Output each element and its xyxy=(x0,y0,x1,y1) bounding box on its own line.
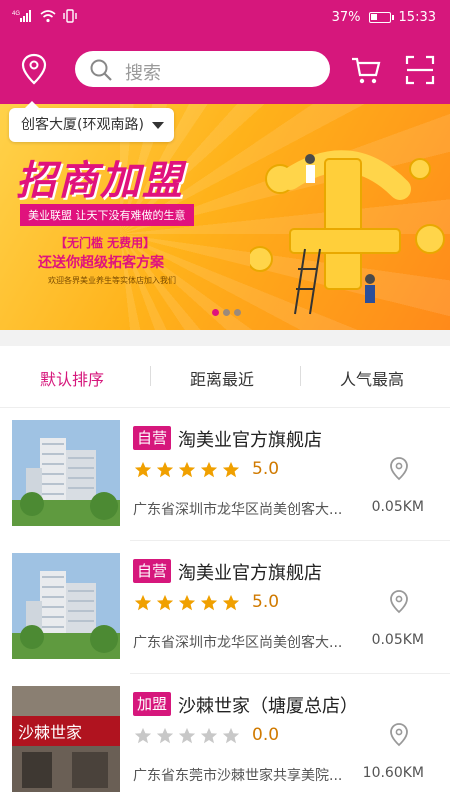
caret-down-icon xyxy=(151,122,164,129)
store-thumbnail xyxy=(12,553,120,659)
status-icons: 4G xyxy=(12,9,78,27)
banner-tagline: 美业联盟 让天下没有难做的生意 xyxy=(20,204,194,226)
current-location-selector[interactable]: 创客大厦(环观南路) xyxy=(9,101,174,142)
battery-percent: 37% xyxy=(331,10,361,25)
star-icon xyxy=(222,594,240,611)
banner-subtitle-1: 【无门槛 无费用】 xyxy=(55,236,156,250)
star-rating xyxy=(134,461,240,479)
store-name: 沙棘世家（塘厦总店） xyxy=(178,696,358,717)
map-pin-icon[interactable] xyxy=(388,456,410,482)
battery-fill xyxy=(370,14,377,20)
star-icon xyxy=(200,727,218,744)
wifi-icon xyxy=(40,9,56,27)
store-list-item[interactable]: 自营 淘美业官方旗舰店 5.0 广东省深圳市龙华区尚美创客大... 0.05KM xyxy=(0,408,450,541)
star-icon xyxy=(222,461,240,478)
map-pin-icon[interactable] xyxy=(388,722,410,748)
pagination-dot[interactable] xyxy=(234,309,241,316)
store-address: 广东省东莞市沙棘世家共享美院... xyxy=(133,768,343,784)
pagination-dot[interactable] xyxy=(212,309,219,316)
store-name: 淘美业官方旗舰店 xyxy=(178,430,322,451)
store-distance: 0.05KM xyxy=(371,499,424,515)
banner-pagination xyxy=(212,309,241,316)
store-distance: 0.05KM xyxy=(371,632,424,648)
search-placeholder: 搜索 xyxy=(125,63,161,84)
store-name: 淘美业官方旗舰店 xyxy=(178,563,322,584)
status-bar: 4G 37% 15:33 xyxy=(0,0,450,36)
star-icon xyxy=(134,594,152,611)
star-icon xyxy=(200,461,218,478)
store-type-badge: 自营 xyxy=(133,559,172,583)
star-icon xyxy=(156,594,174,611)
star-icon xyxy=(156,461,174,478)
tab-nearest[interactable]: 距离最近 xyxy=(190,366,254,390)
star-icon xyxy=(222,727,240,744)
battery-icon xyxy=(368,12,394,23)
tab-default-sort[interactable]: 默认排序 xyxy=(40,366,104,390)
rating-value: 5.0 xyxy=(252,592,280,612)
cart-button[interactable] xyxy=(350,54,382,86)
store-distance: 10.60KM xyxy=(362,765,424,781)
scan-icon xyxy=(405,55,435,85)
banner-title: 招商加盟 xyxy=(16,158,184,204)
store-type-badge: 加盟 xyxy=(133,692,172,716)
star-icon xyxy=(156,727,174,744)
vibrate-icon xyxy=(62,9,78,27)
network-type-label: 4G xyxy=(12,11,20,17)
store-type-badge: 自营 xyxy=(133,426,172,450)
sign-text: 沙棘世家 xyxy=(18,723,82,742)
star-icon xyxy=(178,594,196,611)
store-thumbnail: 沙棘世家 xyxy=(12,686,120,792)
star-icon xyxy=(200,594,218,611)
star-rating xyxy=(134,594,240,612)
banner-subtitle-3: 欢迎各界美业养生等实体店加入我们 xyxy=(48,276,176,285)
search-icon xyxy=(90,59,112,81)
star-icon xyxy=(134,727,152,744)
map-pin-icon[interactable] xyxy=(388,589,410,615)
tab-divider xyxy=(150,366,151,386)
store-address: 广东省深圳市龙华区尚美创客大... xyxy=(133,635,343,651)
banner-illustration xyxy=(250,150,445,315)
signal-icon: 4G xyxy=(12,9,34,27)
pagination-dot[interactable] xyxy=(223,309,230,316)
store-thumbnail xyxy=(12,420,120,526)
cart-icon xyxy=(352,57,381,84)
rating-value: 0.0 xyxy=(252,725,280,745)
store-list-item[interactable]: 自营 淘美业官方旗舰店 5.0 广东省深圳市龙华区尚美创客大... 0.05KM xyxy=(0,541,450,674)
top-header: 搜索 xyxy=(0,36,450,104)
location-icon xyxy=(21,53,47,85)
store-address: 广东省深圳市龙华区尚美创客大... xyxy=(133,502,343,518)
current-location-label: 创客大厦(环观南路) xyxy=(21,117,144,133)
sort-tabs: 默认排序 距离最近 人气最高 xyxy=(0,346,450,408)
tab-divider xyxy=(300,366,301,386)
star-rating xyxy=(134,727,240,745)
star-icon xyxy=(178,461,196,478)
search-bar[interactable]: 搜索 xyxy=(75,51,330,87)
banner-subtitle-2: 还送你超级拓客方案 xyxy=(38,255,164,271)
location-button[interactable] xyxy=(18,52,50,88)
rating-value: 5.0 xyxy=(252,459,280,479)
tab-most-popular[interactable]: 人气最高 xyxy=(340,366,404,390)
scan-button[interactable] xyxy=(404,54,436,86)
store-list-item[interactable]: 沙棘世家 加盟 沙棘世家（塘厦总店） 0.0 广东省东莞市沙棘世家共享美院...… xyxy=(0,674,450,800)
star-icon xyxy=(134,461,152,478)
section-divider xyxy=(0,330,450,346)
clock: 15:33 xyxy=(398,10,436,25)
star-icon xyxy=(178,727,196,744)
